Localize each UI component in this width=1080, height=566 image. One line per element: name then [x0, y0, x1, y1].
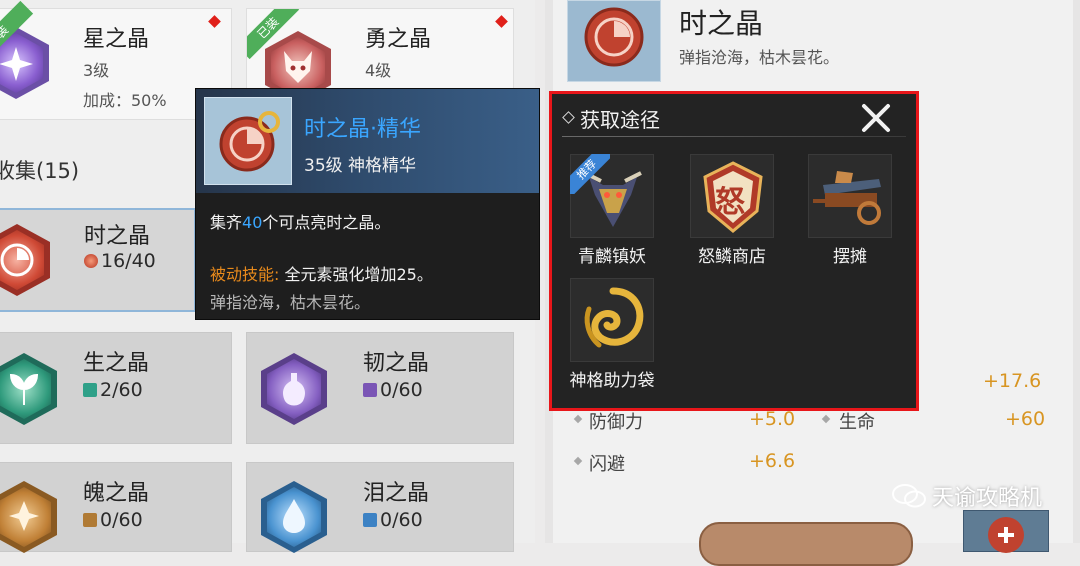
- desc-number: 40: [242, 213, 263, 232]
- watermark: 天谕攻略机: [891, 480, 1042, 512]
- detail-description: 弹指沧海，枯木昙花。: [679, 48, 840, 67]
- tooltip-level: 35级 神格精华: [304, 156, 417, 176]
- skill-label: 被动技能:: [210, 265, 280, 284]
- tooltip-title: 时之晶·精华: [304, 117, 421, 142]
- bullet-icon: [821, 414, 831, 424]
- card-time-crystal[interactable]: 时之晶 16/40: [0, 208, 196, 312]
- collection-title: 收集(15): [0, 159, 80, 183]
- source-godhood-pouch[interactable]: 神格助力袋: [558, 278, 658, 391]
- bullet-icon: [562, 111, 575, 124]
- card-count-value: 0/60: [380, 379, 423, 401]
- item-tooltip: 时之晶·精华 35级 神格精华 集齐40个可点亮时之晶。 被动技能: 全元素强化…: [195, 88, 540, 320]
- tooltip-description: 集齐40个可点亮时之晶。: [210, 209, 390, 233]
- life-crystal-icon: [0, 353, 57, 425]
- card-name: 星之晶: [83, 27, 150, 52]
- stat-value-dodge: +6.6: [749, 450, 796, 472]
- source-label: 青麟镇妖: [578, 247, 646, 267]
- close-icon[interactable]: [860, 102, 892, 134]
- tenacity-crystal-icon: [261, 353, 327, 425]
- desc-prefix: 集齐: [210, 213, 243, 232]
- card-count-value: 0/60: [100, 509, 143, 531]
- card-name: 韧之晶: [363, 351, 430, 376]
- source-label: 神格助力袋: [569, 371, 655, 391]
- stat-label-defense: 防御力: [589, 412, 643, 433]
- stat-label-hp: 生命: [839, 412, 875, 433]
- card-level: 4级: [365, 61, 392, 80]
- time-essence-icon: [84, 254, 98, 268]
- stat-value-defense: +5.0: [749, 408, 796, 430]
- recommend-tag: 推荐: [570, 154, 610, 194]
- cloud-pouch-icon: [570, 278, 654, 362]
- spirit-essence-icon: [83, 513, 97, 527]
- time-crystal-icon: [0, 224, 50, 296]
- skill-text: 全元素强化增加25。: [284, 265, 433, 284]
- card-tear-crystal[interactable]: 泪之晶 0/60: [246, 462, 514, 553]
- bullet-icon: [573, 414, 583, 424]
- card-count: 0/60: [363, 509, 423, 531]
- bullet-icon: [573, 456, 583, 466]
- divider: [562, 136, 906, 137]
- card-bonus: 加成：50%: [83, 91, 167, 110]
- card-name: 时之晶: [84, 224, 151, 249]
- essence-icon: [204, 97, 292, 185]
- acquisition-popup: 获取途径 推荐 青麟镇妖 怒 怒鳞商店 摆摊 神格助力袋: [549, 91, 919, 411]
- card-name: 泪之晶: [363, 481, 430, 506]
- card-name: 生之晶: [83, 351, 150, 376]
- source-label: 怒鳞商店: [698, 247, 766, 267]
- essence-thumbnail[interactable]: [963, 510, 1049, 553]
- new-marker-icon: [495, 15, 508, 28]
- life-essence-icon: [83, 383, 97, 397]
- card-count: 0/60: [83, 509, 143, 531]
- source-nulin-shop[interactable]: 怒 怒鳞商店: [678, 154, 778, 267]
- stat-label-dodge: 闪避: [589, 454, 625, 475]
- card-level: 3级: [83, 61, 110, 80]
- tear-essence-icon: [363, 513, 377, 527]
- stat-value: +17.6: [983, 370, 1042, 392]
- tooltip-skill: 被动技能: 全元素强化增加25。: [210, 261, 433, 285]
- watermark-text: 天谕攻略机: [931, 486, 1042, 511]
- new-marker-icon: [208, 15, 221, 28]
- card-life-crystal[interactable]: 生之晶 2/60: [0, 332, 232, 444]
- acquisition-title: 获取途径: [580, 108, 660, 132]
- card-name: 魄之晶: [83, 481, 150, 506]
- tear-crystal-icon: [261, 481, 327, 553]
- wechat-icon: [891, 484, 926, 508]
- recommend-tag-label: 推荐: [570, 154, 610, 194]
- card-count: 0/60: [363, 379, 423, 401]
- shield-badge-glyph: 怒: [715, 185, 745, 220]
- activate-button[interactable]: [699, 522, 913, 566]
- tenacity-essence-icon: [363, 383, 377, 397]
- detail-crystal-icon: [567, 0, 661, 82]
- card-tenacity-crystal[interactable]: 韧之晶 0/60: [246, 332, 514, 444]
- card-count: 2/60: [83, 379, 143, 401]
- spirit-crystal-icon: [0, 481, 57, 553]
- tooltip-flavor: 弹指沧海，枯木昙花。: [210, 293, 371, 312]
- detail-title: 时之晶: [679, 7, 764, 40]
- close-button[interactable]: [860, 102, 892, 134]
- card-count-value: 16/40: [101, 250, 156, 272]
- cart-icon: [808, 154, 892, 238]
- card-count-value: 2/60: [100, 379, 143, 401]
- source-stall[interactable]: 摆摊: [796, 154, 896, 267]
- stat-value-hp: +60: [1005, 408, 1046, 430]
- source-label: 摆摊: [833, 247, 867, 267]
- shield-badge-icon: 怒: [690, 154, 774, 238]
- card-count: 16/40: [84, 250, 156, 272]
- card-name: 勇之晶: [365, 27, 432, 52]
- card-spirit-crystal[interactable]: 魄之晶 0/60: [0, 462, 232, 553]
- card-count-value: 0/60: [380, 509, 423, 531]
- source-qinglin-demon[interactable]: 推荐 青麟镇妖: [558, 154, 658, 267]
- desc-suffix: 个可点亮时之晶。: [262, 213, 391, 232]
